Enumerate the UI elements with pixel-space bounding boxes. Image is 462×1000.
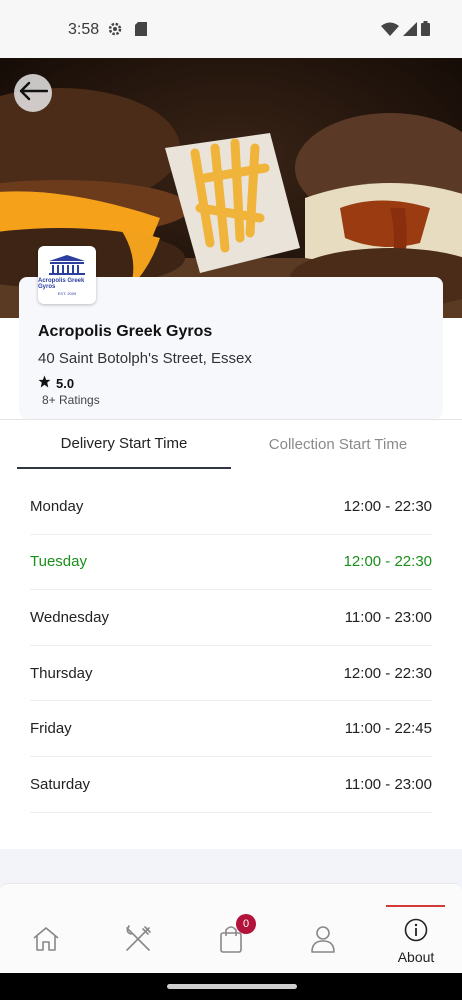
battery-icon — [421, 21, 430, 41]
status-indicators — [381, 21, 430, 41]
day-label: Saturday — [30, 775, 91, 793]
parthenon-icon — [49, 255, 85, 275]
home-gesture-handle[interactable] — [167, 984, 297, 989]
restaurant-name: Acropolis Greek Gyros — [38, 323, 213, 340]
day-label: Tuesday — [30, 553, 87, 571]
arrow-left-icon — [18, 81, 49, 106]
user-icon — [310, 924, 336, 959]
opening-hours-list: Monday 12:00 - 22:30 Tuesday 12:00 - 22:… — [0, 479, 462, 813]
hours-row-tuesday: Tuesday 12:00 - 22:30 — [30, 535, 432, 591]
time-range: 11:00 - 23:00 — [344, 608, 432, 626]
nav-about[interactable]: About — [370, 906, 462, 974]
fork-knife-icon — [123, 924, 153, 959]
time-range: 12:00 - 22:30 — [343, 553, 432, 571]
star-icon — [38, 375, 51, 391]
day-label: Wednesday — [30, 608, 109, 626]
hours-row-saturday: Saturday 11:00 - 23:00 — [30, 757, 432, 813]
hours-row-monday: Monday 12:00 - 22:30 — [30, 479, 432, 535]
nav-about-label: About — [397, 949, 435, 965]
time-range: 11:00 - 23:00 — [344, 775, 432, 793]
time-range: 12:00 - 22:30 — [343, 497, 432, 515]
day-label: Friday — [30, 720, 72, 738]
ratings-count: 8+ Ratings — [42, 393, 100, 407]
restaurant-address: 40 Saint Botolph's Street, Essex — [38, 350, 252, 367]
tab-delivery-start-time[interactable]: Delivery Start Time — [17, 420, 231, 469]
bottom-navigation: About — [0, 883, 462, 973]
status-time: 3:58 — [68, 21, 100, 38]
sd-card-icon — [135, 22, 147, 41]
cart-count-badge: 0 — [236, 914, 256, 934]
time-range: 11:00 - 22:45 — [344, 720, 432, 738]
back-button[interactable] — [14, 74, 52, 112]
wifi-icon — [381, 22, 399, 41]
signal-icon — [403, 21, 417, 41]
info-icon — [404, 918, 428, 947]
settings-gear-icon — [107, 21, 123, 42]
status-bar: 3:58 — [0, 0, 462, 58]
restaurant-logo: Acropolis Greek Gyros EST. 2009 — [38, 246, 96, 304]
system-navigation-bar — [0, 973, 462, 1000]
tab-collection-start-time[interactable]: Collection Start Time — [231, 420, 445, 469]
nav-menu[interactable] — [92, 906, 184, 974]
day-label: Monday — [30, 497, 84, 515]
nav-home[interactable] — [0, 906, 92, 974]
nav-account[interactable] — [277, 906, 369, 974]
home-icon — [32, 926, 60, 957]
logo-subtext: EST. 2009 — [57, 291, 77, 296]
hours-tabs: Delivery Start Time Collection Start Tim… — [0, 419, 462, 469]
hours-row-wednesday: Wednesday 11:00 - 23:00 — [30, 590, 432, 646]
rating-row: 5.0 — [38, 375, 74, 391]
day-label: Thursday — [30, 664, 93, 682]
hours-row-friday: Friday 11:00 - 22:45 — [30, 701, 432, 757]
time-range: 12:00 - 22:30 — [343, 664, 432, 682]
logo-text: Acropolis Greek Gyros — [38, 278, 85, 290]
hours-row-thursday: Thursday 12:00 - 22:30 — [30, 646, 432, 702]
nav-basket[interactable] — [185, 906, 277, 974]
rating-value: 5.0 — [56, 375, 75, 391]
selected-tab-indicator — [386, 905, 445, 907]
